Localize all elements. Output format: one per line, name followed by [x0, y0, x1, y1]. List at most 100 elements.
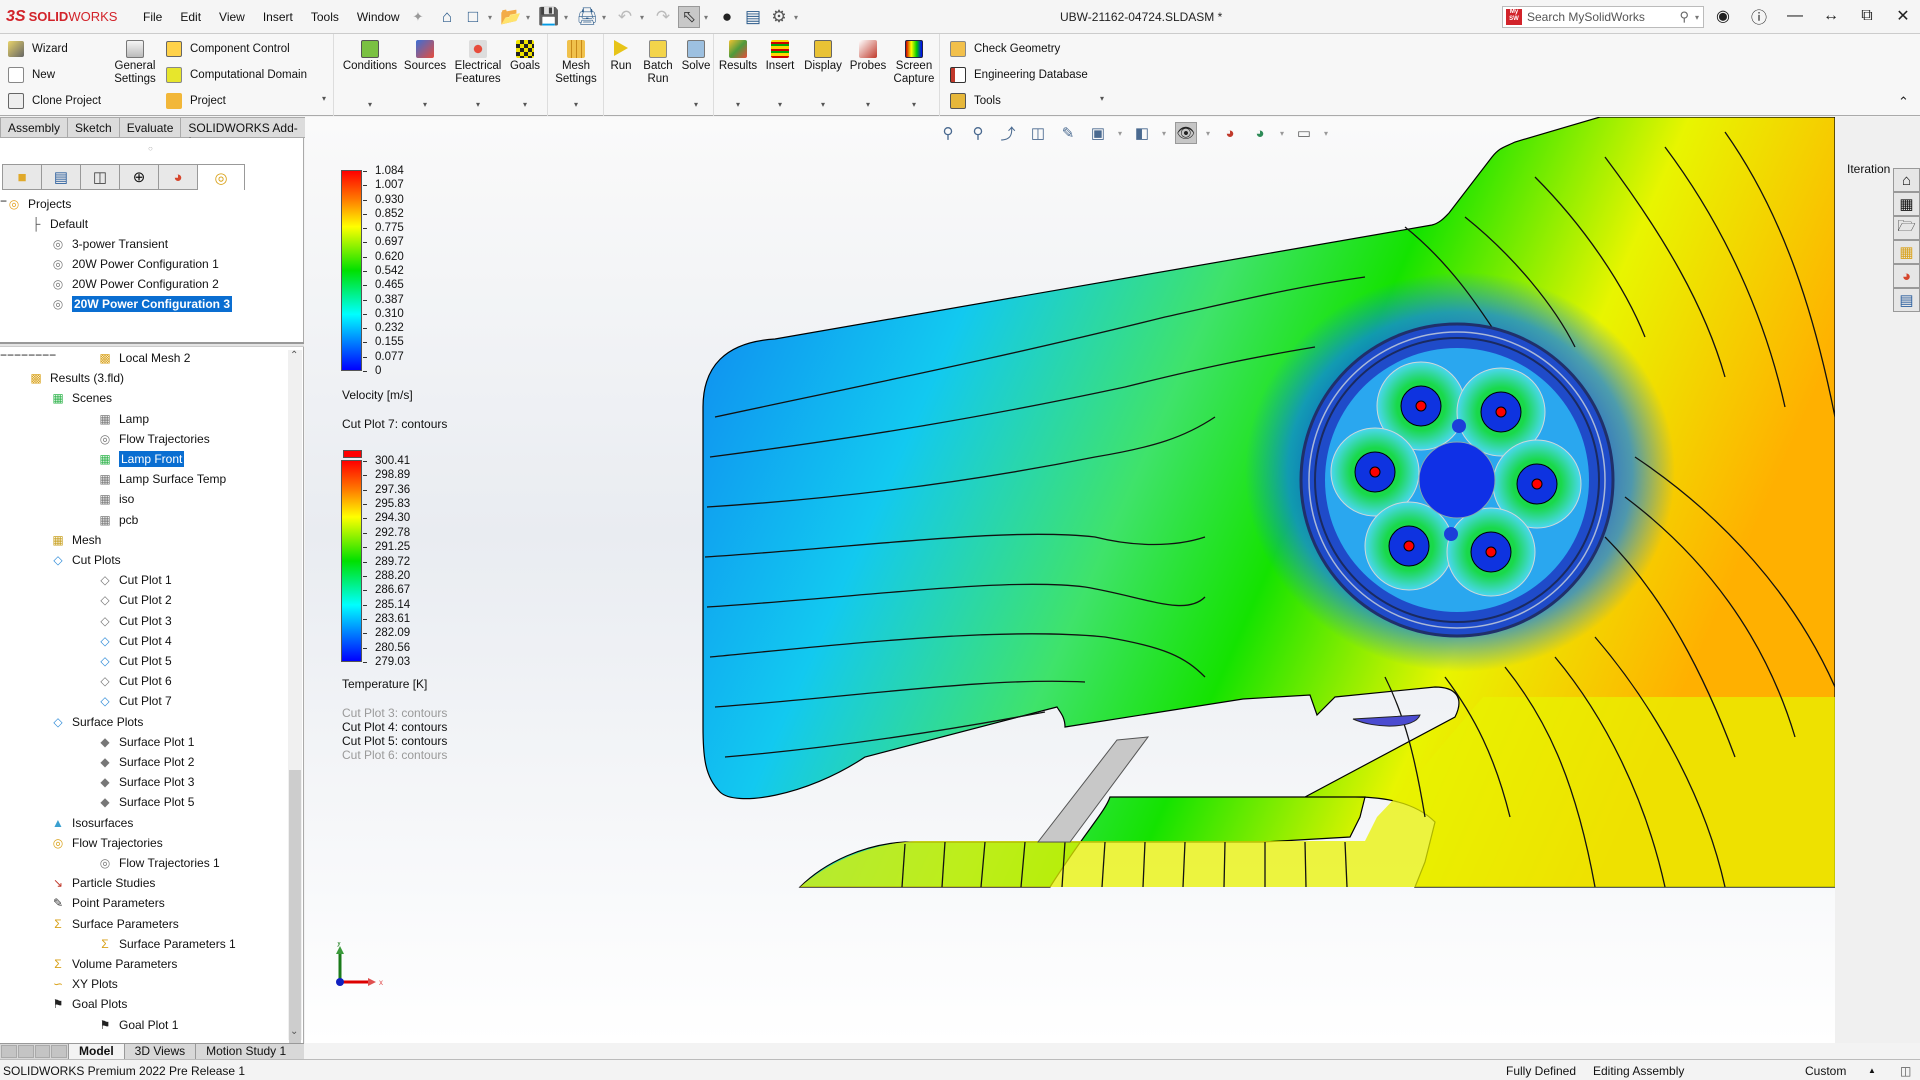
- new-document-icon[interactable]: □: [462, 6, 484, 28]
- tab-3d-views[interactable]: 3D Views: [123, 1044, 195, 1059]
- component-control-button[interactable]: Component Control: [166, 41, 290, 57]
- tree-projects-root[interactable]: ◎ Projects: [6, 194, 72, 214]
- open-icon[interactable]: 📂: [500, 6, 522, 28]
- sources-dropdown-icon[interactable]: ▾: [402, 98, 448, 111]
- tree-item[interactable]: ⚑ Goal Plot 1: [97, 1015, 179, 1035]
- mesh-settings-button[interactable]: Mesh Settings ▾: [550, 40, 602, 109]
- select-dropdown-icon[interactable]: ▾: [704, 13, 712, 22]
- project-item[interactable]: ◎ 20W Power Configuration 2: [50, 274, 219, 294]
- goals-button[interactable]: Goals ▾: [506, 40, 544, 109]
- tree-item[interactable]: ▦ Lamp Surface Temp: [97, 469, 226, 489]
- last-tab-icon[interactable]: [51, 1045, 67, 1058]
- results-dropdown-icon[interactable]: ▾: [716, 98, 760, 111]
- tree-item[interactable]: ▦ Mesh: [50, 530, 101, 550]
- general-settings-button[interactable]: General Settings: [110, 40, 160, 86]
- tree-item[interactable]: ▩ Results (3.fld): [28, 368, 124, 388]
- task-pane-file-explorer-icon[interactable]: 🗁: [1893, 216, 1920, 240]
- menu-view[interactable]: View: [210, 10, 254, 24]
- search-mysolidworks-input[interactable]: My SW Search MySolidWorks ⚲ ▾: [1502, 6, 1704, 28]
- mesh-dropdown-icon[interactable]: ▾: [550, 98, 602, 111]
- task-pane-custom-properties-icon[interactable]: ▤: [1893, 288, 1920, 312]
- collapse-toggle[interactable]: −: [21, 348, 28, 362]
- insert-dropdown-icon[interactable]: ▾: [760, 98, 800, 111]
- tree-item[interactable]: ◎ Flow Trajectories 1: [97, 853, 220, 873]
- tab-model[interactable]: Model: [68, 1044, 124, 1059]
- project-button[interactable]: Project: [166, 93, 226, 109]
- results-tree-scrollbar[interactable]: ⌃ ⌄: [288, 350, 302, 1080]
- tree-item[interactable]: ◆ Surface Plot 1: [97, 732, 194, 752]
- project-item[interactable]: ◎ 3-power Transient: [50, 234, 168, 254]
- print-icon[interactable]: 🖨: [576, 6, 598, 28]
- tab-motion-study-1[interactable]: Motion Study 1: [195, 1044, 296, 1059]
- options-gear-icon[interactable]: ⚙: [768, 6, 790, 28]
- save-icon[interactable]: 💾: [538, 6, 560, 28]
- tab-configurationmanager-icon[interactable]: ◫: [80, 164, 120, 190]
- help-icon[interactable]: ⓘ: [1748, 4, 1770, 28]
- collapse-toggle[interactable]: −: [7, 348, 14, 362]
- tree-item[interactable]: Σ Surface Parameters 1: [97, 934, 235, 954]
- screen-capture-dropdown-icon[interactable]: ▾: [890, 98, 938, 111]
- tree-item[interactable]: ◆ Surface Plot 2: [97, 752, 194, 772]
- unit-system-dropdown-icon[interactable]: ▲: [1868, 1066, 1876, 1075]
- user-account-icon[interactable]: ◉: [1712, 6, 1734, 26]
- task-pane-home-icon[interactable]: ⌂: [1893, 168, 1920, 192]
- task-pane-view-palette-icon[interactable]: ▦: [1893, 240, 1920, 264]
- check-geometry-button[interactable]: Check Geometry: [950, 41, 1060, 57]
- menu-insert[interactable]: Insert: [254, 10, 302, 24]
- goals-dropdown-icon[interactable]: ▾: [506, 98, 544, 111]
- tab-solidworks-addins[interactable]: SOLIDWORKS Add-Ins: [181, 117, 317, 149]
- display-dropdown-icon[interactable]: ▾: [800, 98, 846, 111]
- redo-icon[interactable]: ↷: [652, 6, 674, 28]
- minimize-icon[interactable]: —: [1784, 7, 1806, 25]
- undo-icon[interactable]: ↶: [614, 6, 636, 28]
- engineering-database-button[interactable]: Engineering Database: [950, 67, 1088, 83]
- tree-item[interactable]: ✎ Point Parameters: [50, 893, 165, 913]
- tree-item[interactable]: ▦ pcb: [97, 510, 138, 530]
- new-dropdown-icon[interactable]: ▾: [488, 13, 496, 22]
- first-tab-icon[interactable]: [1, 1045, 17, 1058]
- project-item-selected[interactable]: ◎ 20W Power Configuration 3: [50, 294, 233, 314]
- tree-item[interactable]: ◇ Cut Plot 1: [97, 570, 171, 590]
- pin-menu-icon[interactable]: ✦: [413, 9, 424, 25]
- tab-evaluate[interactable]: Evaluate: [119, 117, 182, 138]
- batch-run-button[interactable]: Batch Run: [638, 40, 678, 86]
- conditions-button[interactable]: Conditions ▾: [342, 40, 398, 109]
- run-button[interactable]: Run: [604, 40, 638, 73]
- tree-item[interactable]: ◇ Cut Plot 3: [97, 611, 171, 631]
- save-dropdown-icon[interactable]: ▾: [564, 13, 572, 22]
- open-dropdown-icon[interactable]: ▾: [526, 13, 534, 22]
- scroll-up-icon[interactable]: ⌃: [290, 350, 298, 361]
- tree-item[interactable]: ∽ XY Plots: [50, 974, 118, 994]
- panel-grip-icon[interactable]: ○: [148, 144, 153, 153]
- tree-item[interactable]: ◇ Cut Plot 4: [97, 631, 171, 651]
- tile-icon[interactable]: ↔: [1820, 7, 1842, 25]
- collapse-ribbon-icon[interactable]: ⌃: [1898, 94, 1909, 110]
- insert-button[interactable]: Insert ▾: [760, 40, 800, 109]
- file-properties-icon[interactable]: ▤: [742, 6, 764, 28]
- tools-button[interactable]: Tools: [950, 93, 1001, 109]
- project-item[interactable]: ◎ 20W Power Configuration 1: [50, 254, 219, 274]
- tree-item[interactable]: ◇ Surface Plots: [50, 712, 143, 732]
- restore-icon[interactable]: ⧉: [1856, 7, 1878, 25]
- tree-item[interactable]: ⚑ Goal Plots: [50, 994, 128, 1014]
- tree-item[interactable]: ◆ Surface Plot 5: [97, 792, 194, 812]
- home-icon[interactable]: ⌂: [436, 6, 458, 28]
- project-dropdown-icon[interactable]: ▾: [322, 94, 326, 103]
- tree-item[interactable]: ◎ Flow Trajectories: [97, 429, 210, 449]
- collapse-toggle[interactable]: −: [14, 348, 21, 362]
- tools-dropdown-icon[interactable]: ▾: [1100, 94, 1104, 103]
- tree-item[interactable]: ◎ Flow Trajectories: [50, 833, 163, 853]
- screen-capture-button[interactable]: Screen Capture ▾: [890, 40, 938, 109]
- unit-system-selector[interactable]: Custom: [1805, 1064, 1846, 1078]
- select-cursor-icon[interactable]: ⬁: [678, 6, 700, 28]
- tab-dimxpert-icon[interactable]: ⊕: [119, 164, 159, 190]
- tab-featuremanager-icon[interactable]: ■: [2, 164, 42, 190]
- tree-item[interactable]: ◇ Cut Plot 5: [97, 651, 171, 671]
- tree-item[interactable]: ▦ Scenes: [50, 388, 112, 408]
- scroll-down-icon[interactable]: ⌄: [290, 1026, 298, 1037]
- collapse-toggle[interactable]: −: [0, 348, 7, 362]
- results-button[interactable]: Results ▾: [716, 40, 760, 109]
- probes-button[interactable]: Probes ▾: [846, 40, 890, 109]
- tab-displaymanager-icon[interactable]: ◕: [158, 164, 198, 190]
- conditions-dropdown-icon[interactable]: ▾: [342, 98, 398, 111]
